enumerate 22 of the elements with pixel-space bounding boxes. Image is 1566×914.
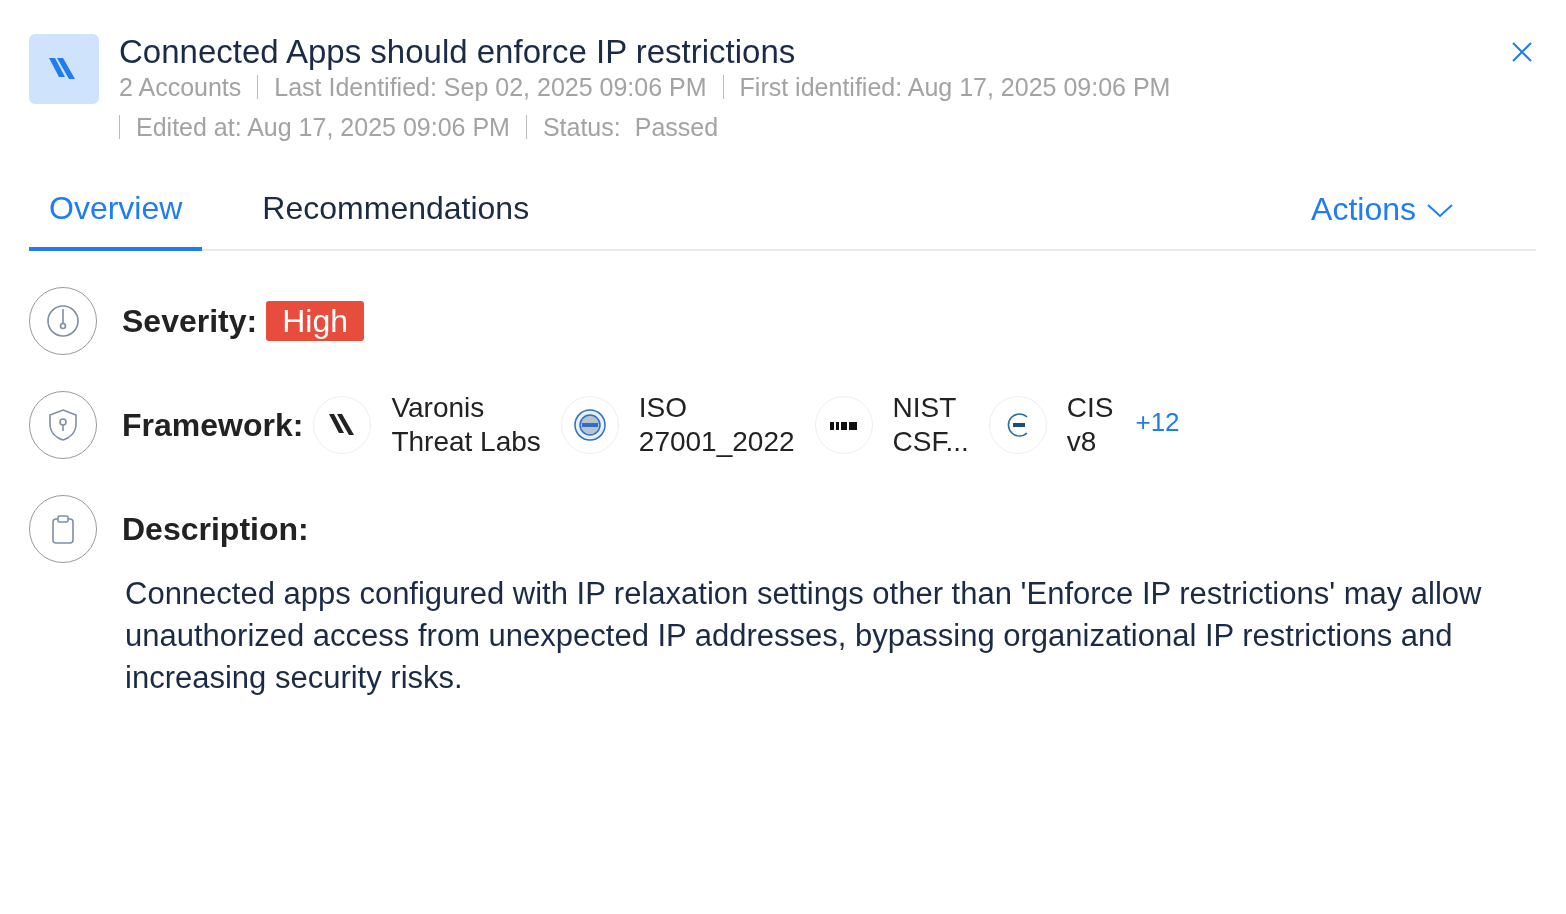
description-text: Connected apps configured with IP relaxation settings other than 'Enforce IP restrictions' may allow unauthorized access from unexpected IP addresses, bypassing organizational IP restrictions and increasing security risks. xyxy=(125,575,1483,697)
framework-name: ISO 27001_2022 xyxy=(638,391,795,459)
page-title: Connected Apps should enforce IP restrictions xyxy=(119,34,797,70)
framework-name: CIS v8 xyxy=(1066,391,1114,459)
severity-label: Severity: xyxy=(122,302,258,340)
close-icon[interactable] xyxy=(1510,40,1534,64)
status-label: Status: xyxy=(542,112,621,142)
meta-text: First identified: Aug 17, 2025 09:06 PM xyxy=(739,72,1171,102)
framework-label: Framework: xyxy=(122,406,304,444)
chevron-down-icon xyxy=(1426,201,1454,218)
meta-text: Last Identified: Sep 02, 2025 09:06 PM xyxy=(274,72,707,102)
framework-name: NIST CSF... xyxy=(892,391,969,459)
actions-dropdown[interactable]: Actions xyxy=(1311,184,1536,249)
tab[interactable]: Overview xyxy=(29,184,203,251)
framework-name: Varonis Threat Labs xyxy=(391,391,541,459)
meta-text: Edited at: Aug 17, 2025 09:06 PM xyxy=(136,112,510,142)
description-label: Description: xyxy=(122,510,309,548)
tab[interactable]: Recommendations xyxy=(242,184,550,251)
severity-badge: High xyxy=(266,301,364,341)
status-value: Passed xyxy=(634,112,719,142)
meta-text: 2 Accounts xyxy=(119,72,242,102)
more-link[interactable]: +12 xyxy=(1135,406,1180,438)
